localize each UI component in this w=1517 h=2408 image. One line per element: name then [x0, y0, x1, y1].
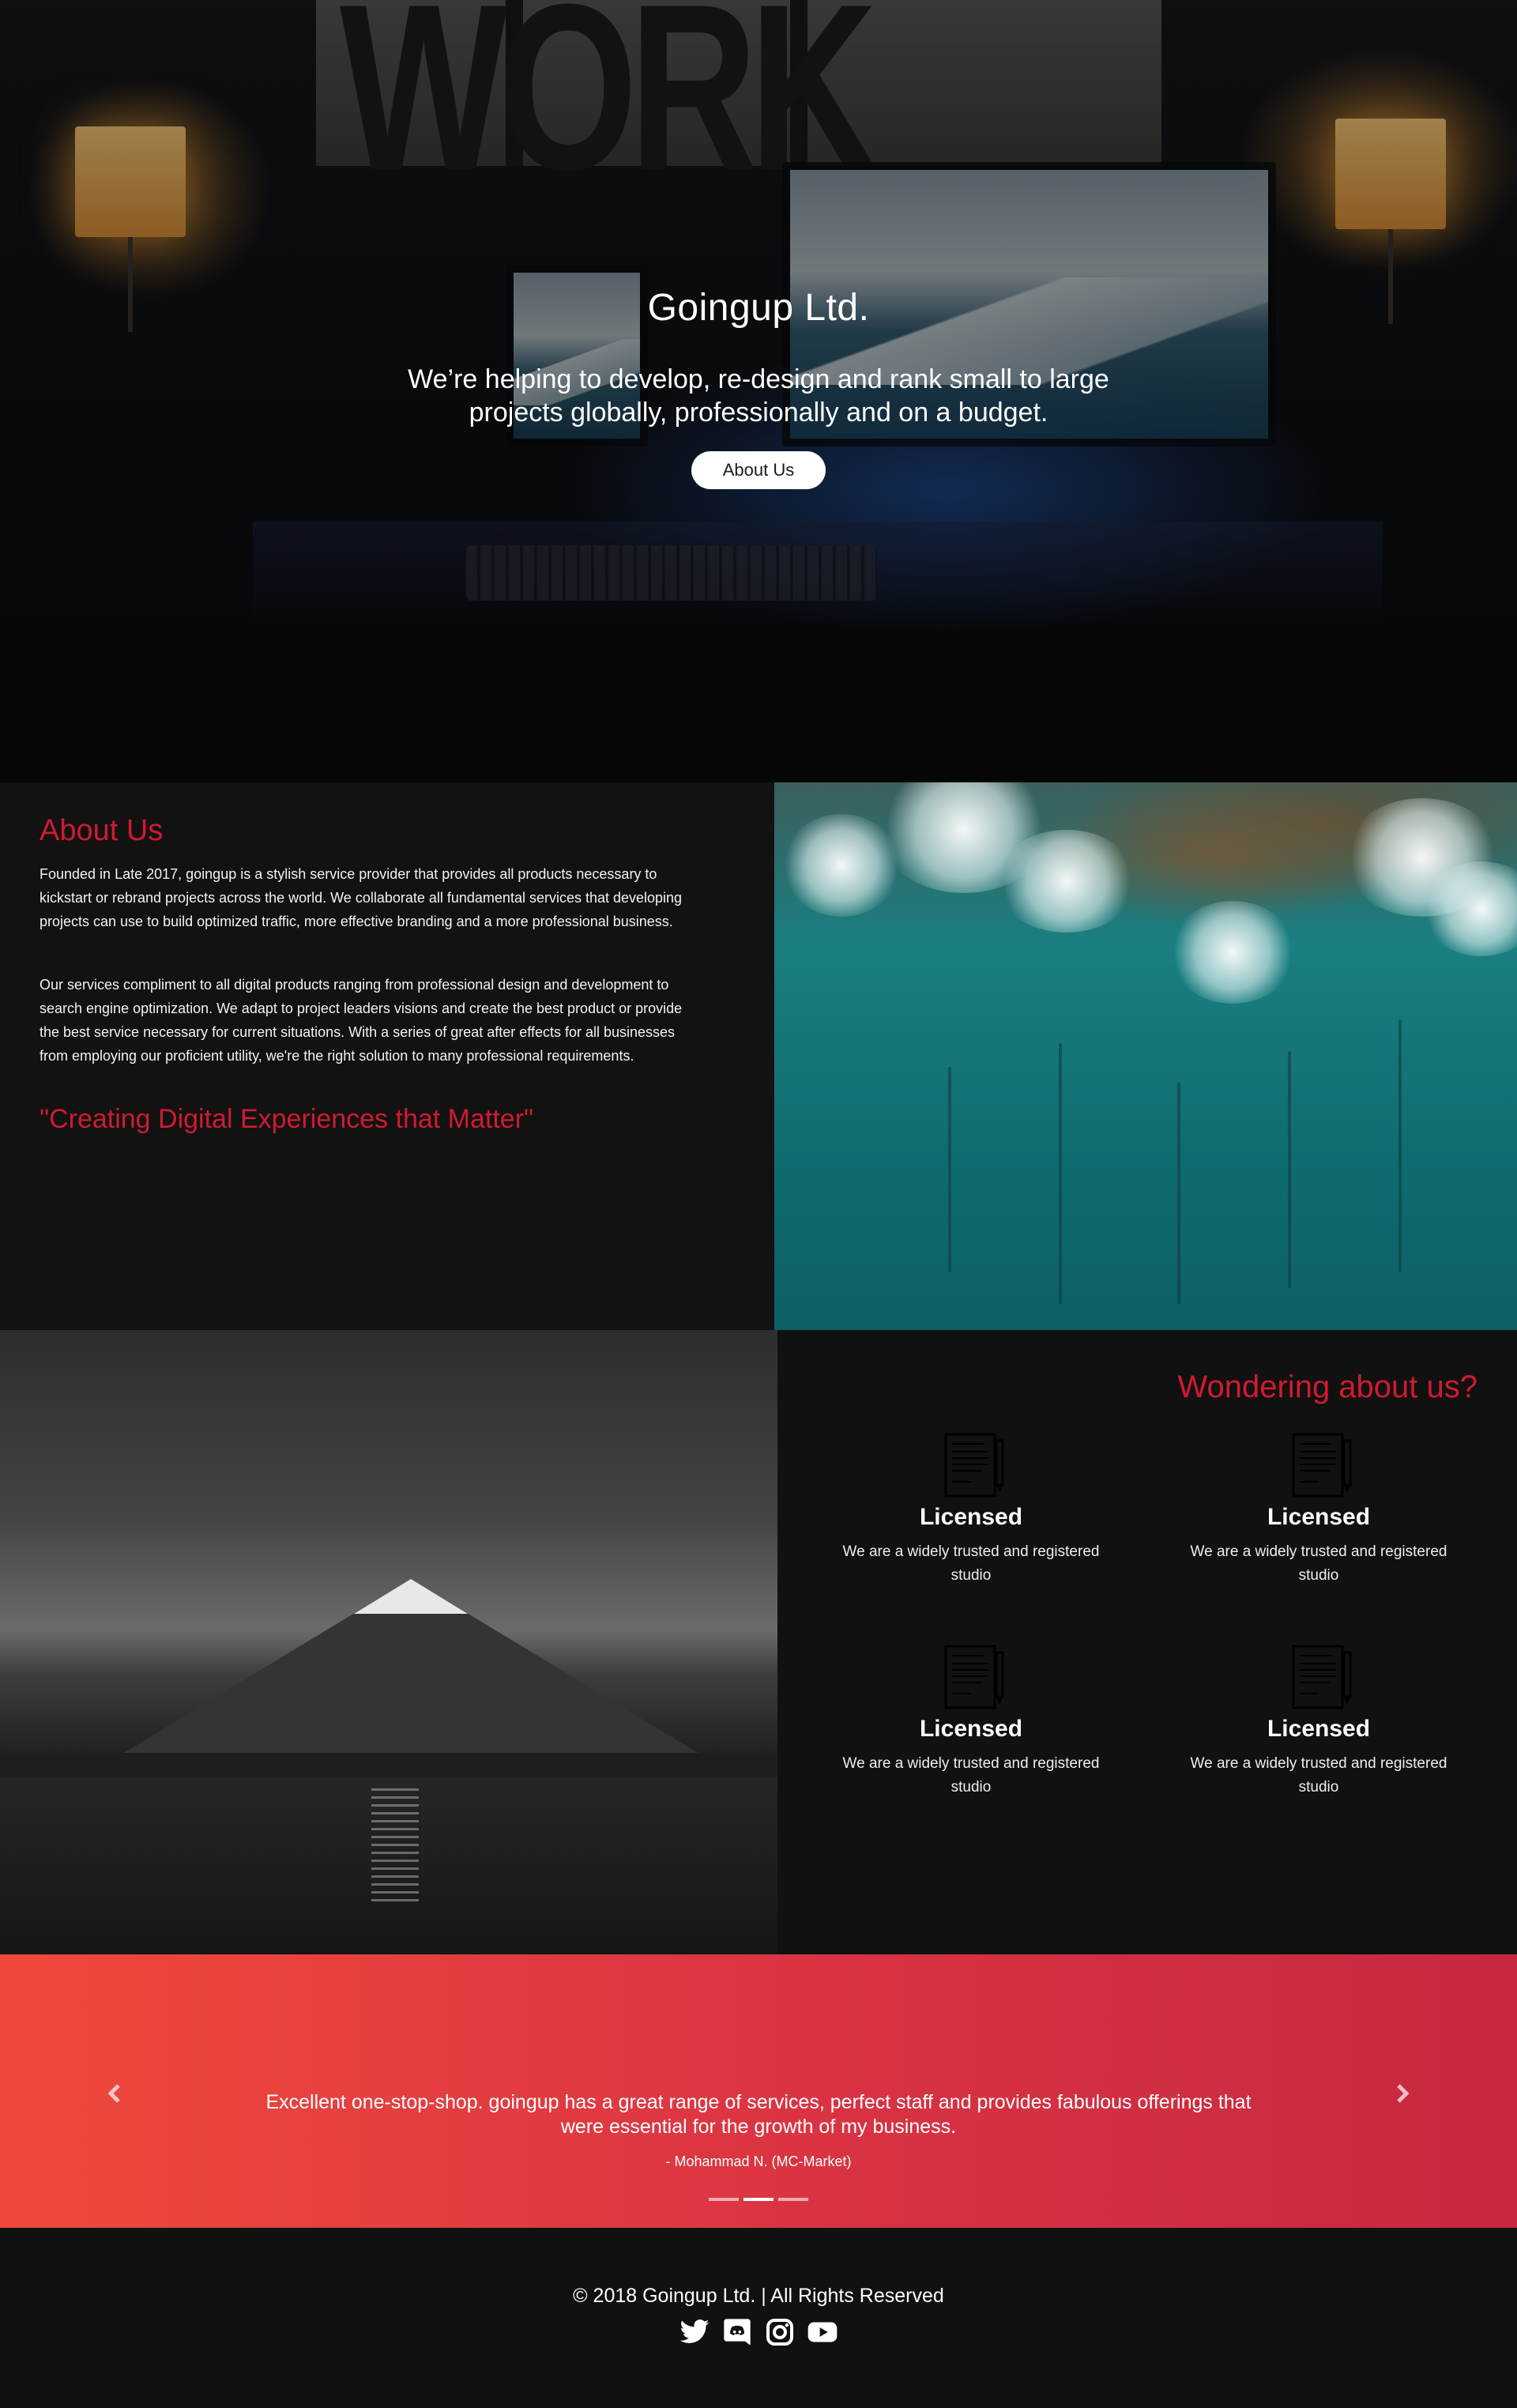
- about-us-button[interactable]: About Us: [691, 451, 826, 489]
- testimonial-carousel: Excellent one-stop-shop. goingup has a g…: [0, 1954, 1517, 2228]
- feature-card: Licensed We are a widely trusted and reg…: [1165, 1645, 1473, 1799]
- carousel-indicators: [0, 2198, 1517, 2201]
- document-icon: [1292, 1433, 1352, 1498]
- hero-section: WORK Goingup Ltd. We’re helping to devel…: [0, 0, 1517, 782]
- carousel-indicator-active[interactable]: [743, 2198, 774, 2201]
- about-text-column: About Us Founded in Late 2017, goingup i…: [40, 814, 703, 1135]
- hero-title: Goingup Ltd.: [647, 287, 870, 329]
- social-links: [0, 2316, 1517, 2348]
- feature-description: We are a widely trusted and registered s…: [1190, 1543, 1447, 1584]
- about-quote: "Creating Digital Experiences that Matte…: [40, 1104, 534, 1134]
- document-icon: [944, 1433, 1004, 1498]
- wondering-heading: Wondering about us?: [1177, 1370, 1477, 1404]
- coastline-image: [774, 782, 1517, 1330]
- feature-card: Licensed We are a widely trusted and reg…: [1165, 1433, 1473, 1588]
- discord-icon[interactable]: [721, 2316, 753, 2348]
- feature-title: Licensed: [919, 1716, 1023, 1742]
- feature-description: We are a widely trusted and registered s…: [842, 1543, 1100, 1584]
- copyright-text: © 2018 Goingup Ltd. | All Rights Reserve…: [573, 2285, 944, 2307]
- document-icon: [1292, 1645, 1352, 1709]
- feature-title: Licensed: [1267, 1716, 1371, 1742]
- twitter-icon[interactable]: [679, 2316, 710, 2348]
- chevron-right-icon[interactable]: [1391, 2078, 1414, 2109]
- footer: © 2018 Goingup Ltd. | All Rights Reserve…: [0, 2228, 1517, 2408]
- feature-description: We are a widely trusted and registered s…: [842, 1755, 1100, 1796]
- feature-title: Licensed: [1267, 1504, 1371, 1530]
- about-heading: About Us: [40, 814, 164, 847]
- hero-subtitle: We’re helping to develop, re-design and …: [408, 364, 1109, 428]
- wondering-section: Wondering about us? Licensed We are a wi…: [0, 1330, 1517, 1954]
- testimonial-quote: Excellent one-stop-shop. goingup has a g…: [265, 2091, 1252, 2138]
- hero-content: Goingup Ltd. We’re helping to develop, r…: [0, 286, 1517, 489]
- feature-title: Licensed: [919, 1504, 1023, 1530]
- testimonial-author: - Mohammad N. (MC-Market): [665, 2154, 852, 2169]
- carousel-indicator[interactable]: [778, 2198, 808, 2201]
- about-paragraph: Founded in Late 2017, goingup is a styli…: [40, 866, 683, 929]
- feature-description: We are a widely trusted and registered s…: [1190, 1755, 1447, 1796]
- mountain-image: [0, 1330, 777, 1954]
- youtube-icon[interactable]: [807, 2316, 838, 2348]
- feature-card: Licensed We are a widely trusted and reg…: [817, 1433, 1125, 1588]
- instagram-icon[interactable]: [764, 2316, 796, 2348]
- carousel-indicator[interactable]: [709, 2198, 739, 2201]
- about-paragraph: Our services compliment to all digital p…: [40, 977, 683, 1064]
- about-section: About Us Founded in Late 2017, goingup i…: [0, 782, 1517, 1330]
- document-icon: [944, 1645, 1004, 1709]
- feature-card: Licensed We are a widely trusted and reg…: [817, 1645, 1125, 1799]
- chevron-left-icon[interactable]: [103, 2078, 126, 2109]
